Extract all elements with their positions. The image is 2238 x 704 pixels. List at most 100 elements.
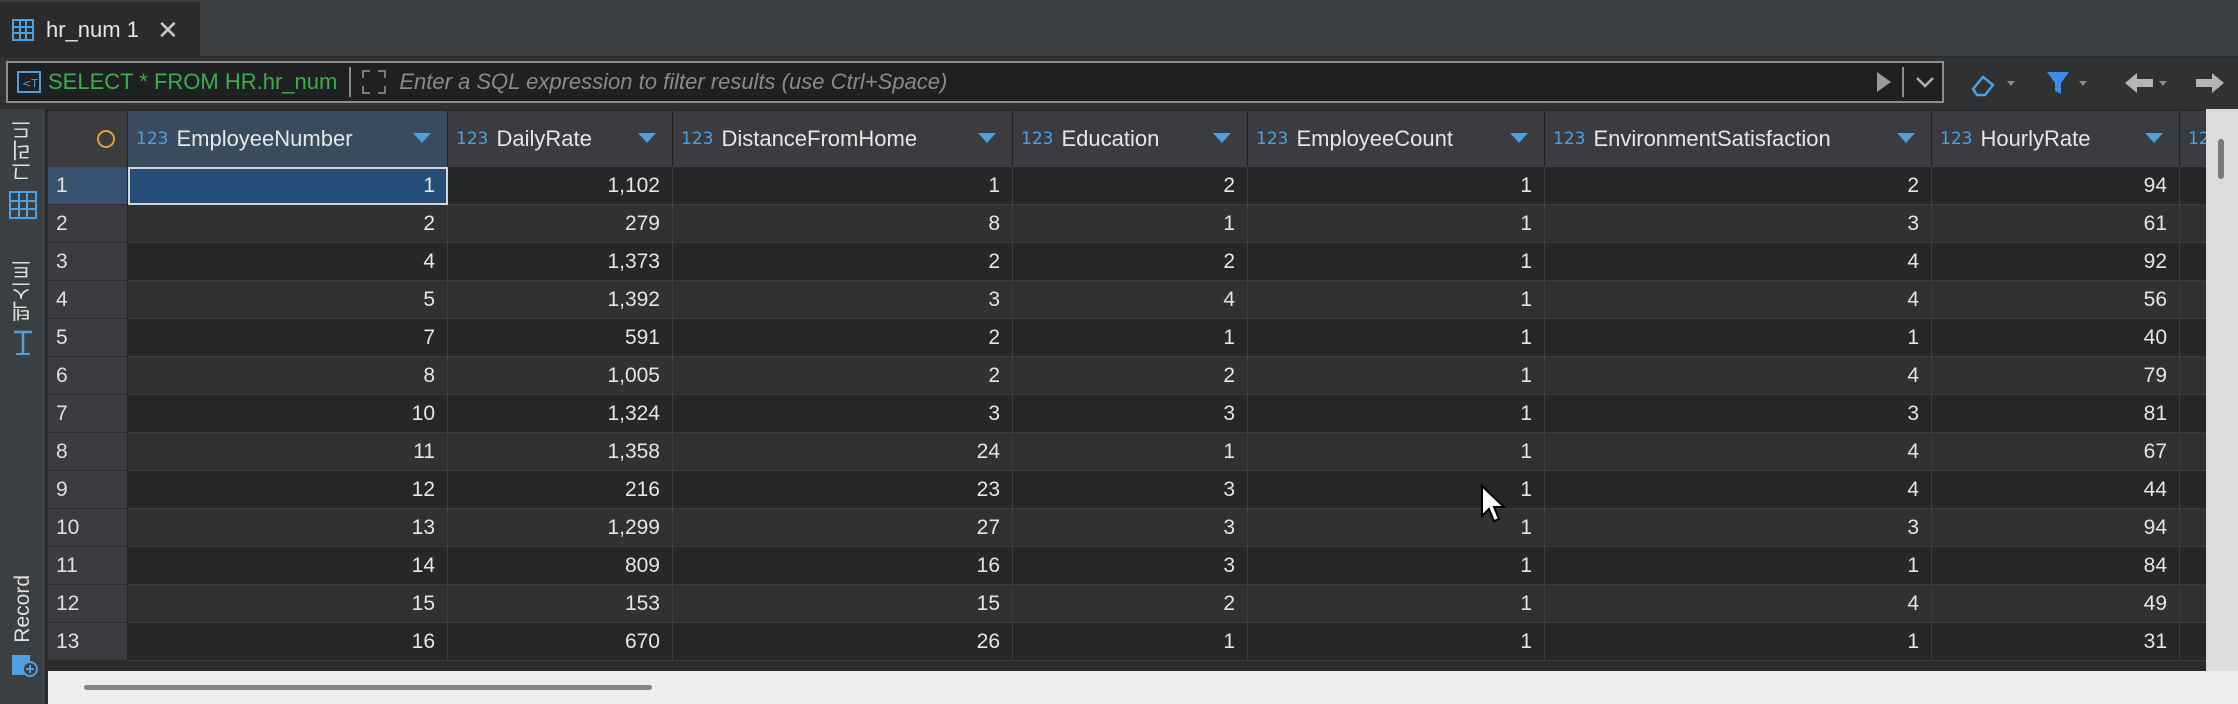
table-cell[interactable]: 1 (1248, 243, 1545, 281)
table-cell[interactable]: 24 (673, 433, 1013, 471)
table-cell[interactable]: 1,358 (448, 433, 673, 471)
table-cell[interactable]: 1 (1545, 319, 1932, 357)
table-cell[interactable]: 1,102 (448, 167, 673, 205)
table-row[interactable]: 11 14 809 16 3 1 1 84 (48, 547, 2206, 585)
table-row[interactable]: 12 15 153 15 2 1 4 49 (48, 585, 2206, 623)
run-filter-icon[interactable] (1868, 67, 1898, 97)
table-cell[interactable]: 4 (1545, 243, 1932, 281)
table-cell[interactable]: 3 (1545, 395, 1932, 433)
table-cell[interactable]: 44 (1932, 471, 2180, 509)
sort-filter-icon[interactable] (1897, 133, 1915, 143)
table-row[interactable]: 1 1 1,102 1 2 1 2 94 (48, 167, 2206, 205)
table-cell[interactable]: 4 (1545, 585, 1932, 623)
table-cell[interactable]: 23 (673, 471, 1013, 509)
table-cell[interactable] (2180, 357, 2206, 395)
column-header[interactable]: 123 HourlyRate (1932, 111, 2180, 167)
table-cell[interactable]: 94 (1932, 167, 2180, 205)
table-cell[interactable]: 1 (1248, 357, 1545, 395)
table-cell[interactable]: 4 (1545, 281, 1932, 319)
table-cell[interactable]: 13 (128, 509, 448, 547)
table-cell[interactable]: 26 (673, 623, 1013, 661)
table-cell[interactable]: 12 (128, 471, 448, 509)
table-cell[interactable]: 2 (673, 243, 1013, 281)
table-cell[interactable]: 3 (1013, 547, 1248, 585)
table-cell[interactable] (2180, 167, 2206, 205)
column-header[interactable]: 123 (2180, 111, 2206, 167)
row-number[interactable]: 4 (48, 281, 128, 319)
table-row[interactable]: 13 16 670 26 1 1 1 31 (48, 623, 2206, 661)
table-cell[interactable]: 670 (448, 623, 673, 661)
table-cell[interactable]: 10 (128, 395, 448, 433)
table-row[interactable]: 6 8 1,005 2 2 1 4 79 (48, 357, 2206, 395)
table-cell[interactable] (2180, 471, 2206, 509)
table-cell[interactable]: 1,005 (448, 357, 673, 395)
table-cell[interactable]: 1 (1248, 623, 1545, 661)
table-cell[interactable]: 216 (448, 471, 673, 509)
grid-view-tab[interactable]: 그리드 (0, 119, 46, 220)
table-cell[interactable]: 3 (1013, 471, 1248, 509)
table-cell[interactable]: 16 (128, 623, 448, 661)
table-cell[interactable]: 2 (673, 319, 1013, 357)
table-cell[interactable]: 40 (1932, 319, 2180, 357)
table-cell[interactable]: 279 (448, 205, 673, 243)
filter-button[interactable] (2036, 67, 2098, 99)
table-row[interactable]: 5 7 591 2 1 1 1 40 (48, 319, 2206, 357)
table-row[interactable]: 2 2 279 8 1 1 3 61 (48, 205, 2206, 243)
table-cell[interactable]: 2 (1013, 243, 1248, 281)
table-cell[interactable]: 3 (1013, 509, 1248, 547)
sort-filter-icon[interactable] (2145, 133, 2163, 143)
table-cell[interactable]: 92 (1932, 243, 2180, 281)
table-cell[interactable]: 2 (1013, 585, 1248, 623)
table-cell[interactable]: 3 (673, 395, 1013, 433)
sort-filter-icon[interactable] (978, 133, 996, 143)
table-cell[interactable]: 4 (1545, 433, 1932, 471)
table-cell[interactable]: 2 (1013, 357, 1248, 395)
table-row[interactable]: 8 11 1,358 24 1 1 4 67 (48, 433, 2206, 471)
table-cell[interactable]: 2 (1013, 167, 1248, 205)
table-row[interactable]: 7 10 1,324 3 3 1 3 81 (48, 395, 2206, 433)
sort-filter-icon[interactable] (1213, 133, 1231, 143)
table-cell[interactable]: 1 (1545, 547, 1932, 585)
table-cell[interactable]: 56 (1932, 281, 2180, 319)
column-header[interactable]: 123 EnvironmentSatisfaction (1545, 111, 1932, 167)
back-button[interactable] (2116, 67, 2178, 99)
table-row[interactable]: 10 13 1,299 27 3 1 3 94 (48, 509, 2206, 547)
table-cell[interactable]: 8 (128, 357, 448, 395)
table-cell[interactable]: 14 (128, 547, 448, 585)
row-number[interactable]: 8 (48, 433, 128, 471)
table-cell[interactable]: 4 (128, 243, 448, 281)
table-cell[interactable]: 27 (673, 509, 1013, 547)
table-cell[interactable]: 3 (1013, 395, 1248, 433)
table-row[interactable]: 3 4 1,373 2 2 1 4 92 (48, 243, 2206, 281)
filter-input[interactable] (399, 69, 1868, 95)
column-header[interactable]: 123 Education (1013, 111, 1248, 167)
table-cell[interactable]: 84 (1932, 547, 2180, 585)
row-number[interactable]: 10 (48, 509, 128, 547)
table-cell[interactable]: 1 (1248, 167, 1545, 205)
row-number[interactable]: 6 (48, 357, 128, 395)
row-number[interactable]: 11 (48, 547, 128, 585)
table-cell[interactable] (2180, 433, 2206, 471)
vertical-scrollbar[interactable] (2206, 109, 2238, 671)
chevron-down-icon[interactable] (1908, 67, 1942, 97)
table-cell[interactable]: 4 (1545, 357, 1932, 395)
horizontal-scrollbar[interactable] (48, 671, 2238, 704)
table-cell[interactable]: 2 (673, 357, 1013, 395)
table-cell[interactable]: 11 (128, 433, 448, 471)
table-cell[interactable]: 1 (128, 167, 448, 205)
column-header[interactable]: 123 DistanceFromHome (673, 111, 1013, 167)
sql-icon[interactable]: <T (12, 67, 46, 97)
table-cell[interactable] (2180, 319, 2206, 357)
close-icon[interactable]: ✕ (157, 17, 179, 43)
row-number[interactable]: 12 (48, 585, 128, 623)
table-cell[interactable]: 1 (1248, 281, 1545, 319)
column-header[interactable]: 123 DailyRate (448, 111, 673, 167)
row-number[interactable]: 9 (48, 471, 128, 509)
table-cell[interactable] (2180, 243, 2206, 281)
table-cell[interactable]: 8 (673, 205, 1013, 243)
table-cell[interactable]: 1 (673, 167, 1013, 205)
table-cell[interactable]: 1 (1248, 433, 1545, 471)
table-cell[interactable]: 15 (673, 585, 1013, 623)
column-header[interactable]: 123 EmployeeCount (1248, 111, 1545, 167)
table-cell[interactable]: 4 (1013, 281, 1248, 319)
